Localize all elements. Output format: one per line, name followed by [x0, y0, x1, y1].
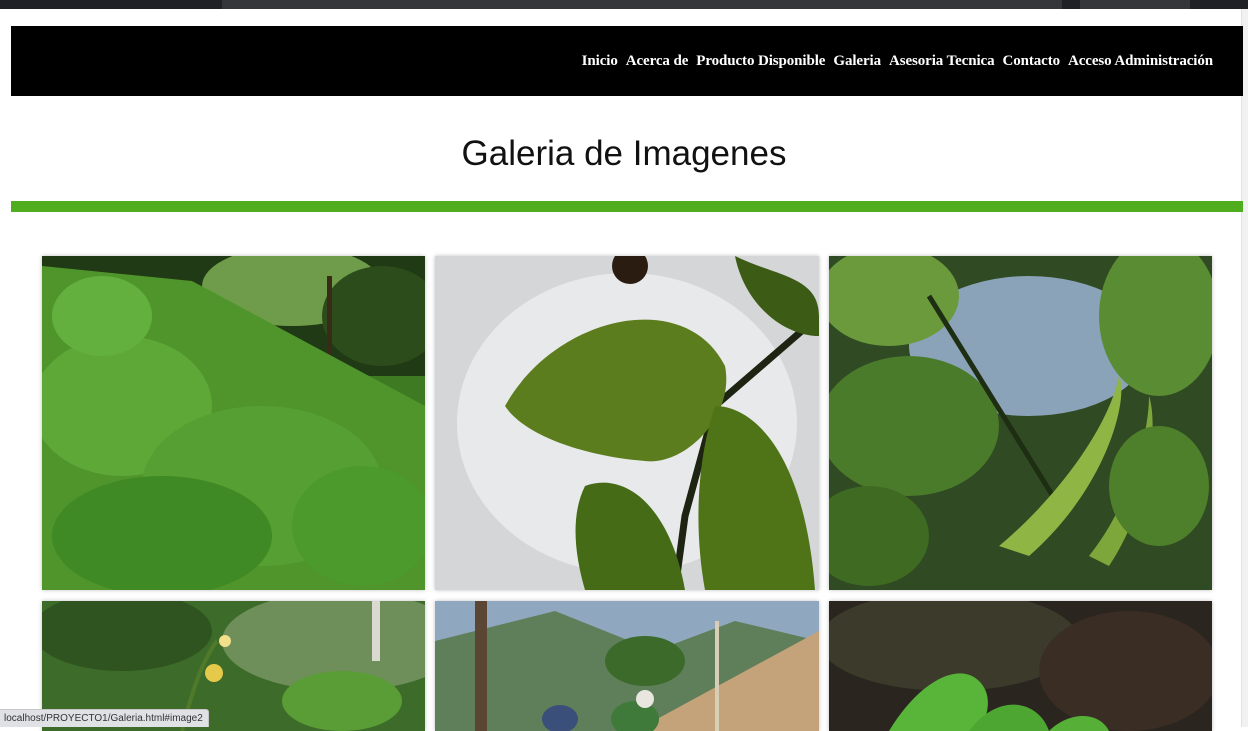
gallery-image-2[interactable]	[435, 256, 819, 590]
browser-toolbar-edge	[1080, 0, 1190, 9]
status-bar-url: localhost/PROYECTO1/Galeria.html#image2	[0, 709, 209, 727]
scrollbar[interactable]	[1241, 9, 1248, 727]
browser-address-bar-edge	[222, 0, 1062, 9]
green-divider	[11, 201, 1243, 212]
top-navbar: Inicio Acerca de Producto Disponible Gal…	[11, 26, 1243, 96]
nav-link-inicio[interactable]: Inicio	[582, 53, 618, 70]
gallery-image-3[interactable]	[829, 256, 1212, 590]
nav-link-asesoria-tecnica[interactable]: Asesoria Tecnica	[889, 53, 995, 70]
page-title: Galeria de Imagenes	[461, 134, 787, 173]
nav-link-producto-disponible[interactable]: Producto Disponible	[696, 53, 825, 70]
nav-link-acerca-de[interactable]: Acerca de	[626, 53, 689, 70]
nav-links: Inicio Acerca de Producto Disponible Gal…	[582, 26, 1213, 96]
nav-link-galeria[interactable]: Galeria	[833, 53, 881, 70]
nav-link-acceso-administracion[interactable]: Acceso Administración	[1068, 53, 1213, 70]
nav-link-contacto[interactable]: Contacto	[1002, 53, 1060, 70]
gallery-image-5[interactable]	[435, 601, 819, 731]
gallery-image-6[interactable]	[829, 601, 1212, 731]
browser-top-strip	[0, 0, 1248, 9]
gallery-image-1[interactable]	[42, 256, 425, 590]
